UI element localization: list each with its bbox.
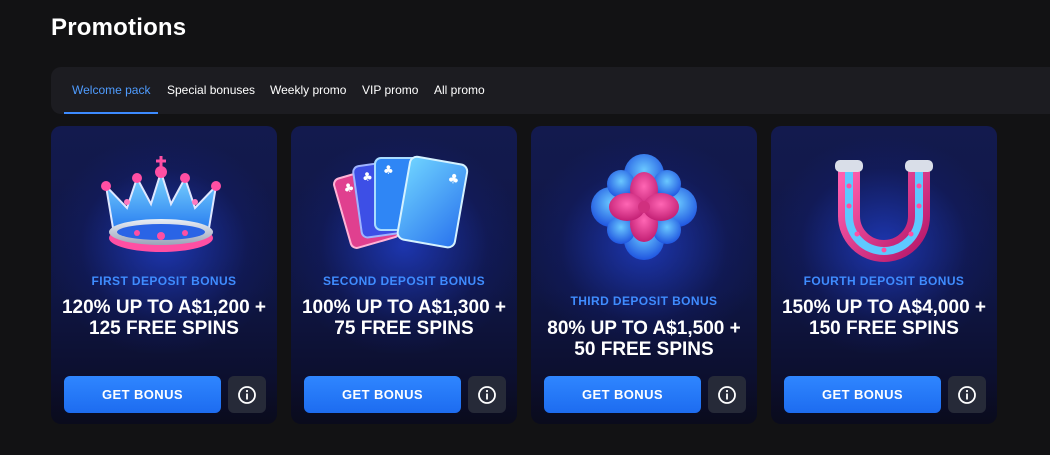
tab-all-promo[interactable]: All promo xyxy=(434,67,485,114)
info-icon xyxy=(478,385,496,404)
info-button[interactable] xyxy=(948,376,986,413)
card-label: SECOND DEPOSIT BONUS xyxy=(322,274,486,288)
card-label: FIRST DEPOSIT BONUS xyxy=(91,274,237,288)
card-label: THIRD DEPOSIT BONUS xyxy=(570,294,718,308)
horseshoe-icon xyxy=(835,160,933,262)
tab-special-bonuses[interactable]: Special bonuses xyxy=(167,67,255,114)
info-icon xyxy=(958,385,976,404)
promo-card-third-deposit: THIRD DEPOSIT BONUS 80% UP TO A$1,500 + … xyxy=(531,126,757,424)
get-bonus-button[interactable]: GET BONUS xyxy=(64,376,221,413)
get-bonus-button[interactable]: GET BONUS xyxy=(784,376,941,413)
card-headline: 80% UP TO A$1,500 + 50 FREE SPINS xyxy=(547,318,741,360)
info-button[interactable] xyxy=(468,376,506,413)
active-tab-indicator xyxy=(64,112,158,114)
promo-tabs: Welcome pack Special bonuses Weekly prom… xyxy=(51,67,1050,114)
info-icon xyxy=(238,385,256,404)
card-headline: 120% UP TO A$1,200 + 125 FREE SPINS xyxy=(61,297,267,339)
svg-text:♣: ♣ xyxy=(383,163,394,177)
card-label: FOURTH DEPOSIT BONUS xyxy=(803,274,965,288)
tab-weekly-promo[interactable]: Weekly promo xyxy=(270,67,346,114)
promo-card-fourth-deposit: FOURTH DEPOSIT BONUS 150% UP TO A$4,000 … xyxy=(771,126,997,424)
crown-icon xyxy=(101,156,221,252)
tab-welcome-pack[interactable]: Welcome pack xyxy=(72,67,150,114)
info-icon xyxy=(718,385,736,404)
get-bonus-button[interactable]: GET BONUS xyxy=(304,376,461,413)
card-headline: 100% UP TO A$1,300 + 75 FREE SPINS xyxy=(301,297,507,339)
tab-vip-promo[interactable]: VIP promo xyxy=(362,67,418,114)
get-bonus-button[interactable]: GET BONUS xyxy=(544,376,701,413)
info-button[interactable] xyxy=(228,376,266,413)
page-title: Promotions xyxy=(51,14,187,41)
card-headline: 150% UP TO A$4,000 + 150 FREE SPINS xyxy=(781,297,987,339)
playing-cards-icon: ♣ ♣ ♣ ♣ xyxy=(333,155,469,249)
clover-icon xyxy=(591,154,697,260)
promo-card-first-deposit: FIRST DEPOSIT BONUS 120% UP TO A$1,200 +… xyxy=(51,126,277,424)
info-button[interactable] xyxy=(708,376,746,413)
promo-card-second-deposit: ♣ ♣ ♣ ♣ SECOND DEPOSIT BONUS 100% UP TO … xyxy=(291,126,517,424)
svg-text:♣: ♣ xyxy=(361,169,374,184)
